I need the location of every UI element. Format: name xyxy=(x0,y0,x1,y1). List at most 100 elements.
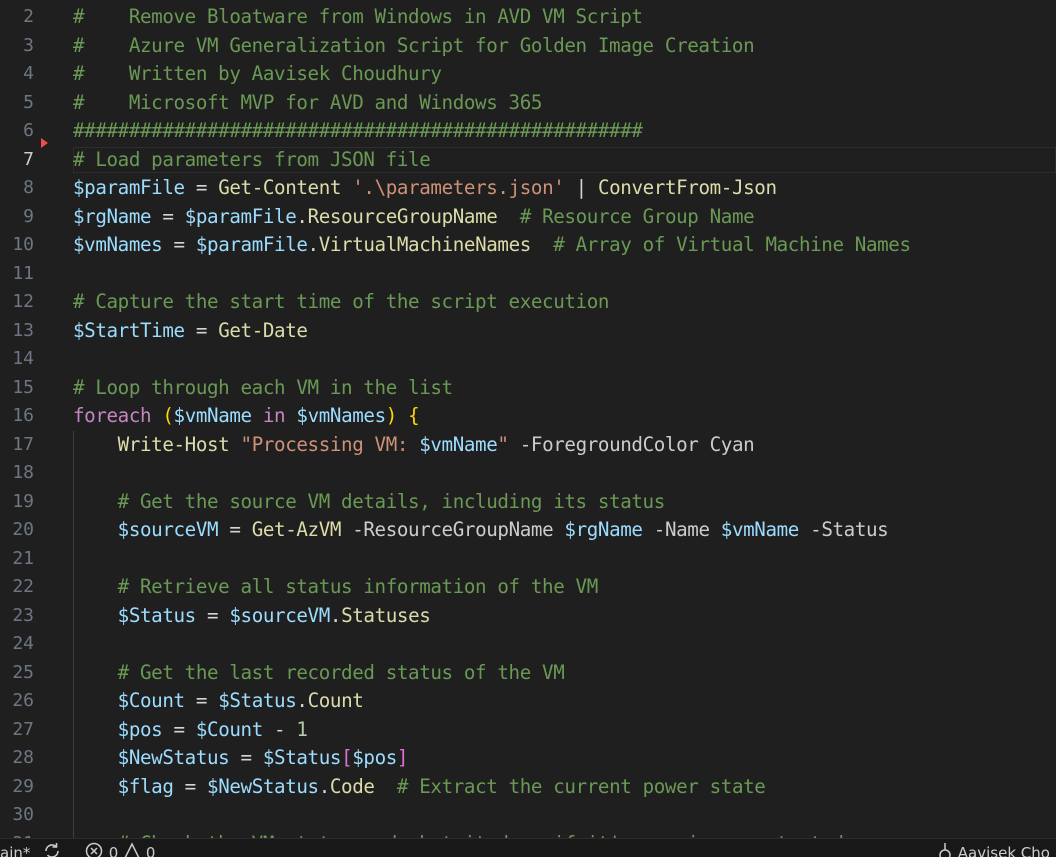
code-token xyxy=(698,433,709,456)
code-token xyxy=(73,433,118,456)
code-text: # Capture the start time of the script e… xyxy=(73,288,609,317)
code-token: = xyxy=(174,775,208,798)
code-line[interactable]: 31 # Check the VM status and shut it dow… xyxy=(0,830,1056,839)
code-token: $Status xyxy=(118,604,196,627)
code-token xyxy=(73,661,118,684)
code-token: # Microsoft MVP for AVD and Windows 365 xyxy=(73,91,542,114)
code-line[interactable]: 10$vmNames = $paramFile.VirtualMachineNa… xyxy=(0,231,1056,260)
code-line[interactable]: 26 $Count = $Status.Count xyxy=(0,687,1056,716)
code-line[interactable]: 25 # Get the last recorded status of the… xyxy=(0,659,1056,688)
account-icon xyxy=(937,841,953,857)
code-token: Cyan xyxy=(710,433,755,456)
code-line[interactable]: 18 xyxy=(0,459,1056,488)
code-token: Get-AzVM xyxy=(252,518,341,541)
code-token xyxy=(643,518,654,541)
code-line[interactable]: 20 $sourceVM = Get-AzVM -ResourceGroupNa… xyxy=(0,516,1056,545)
code-token: $sourceVM xyxy=(229,604,330,627)
code-line[interactable]: 24 xyxy=(0,630,1056,659)
code-line[interactable]: 30 xyxy=(0,801,1056,830)
code-token xyxy=(73,518,118,541)
code-token: 1 xyxy=(296,718,307,741)
code-token: . xyxy=(296,205,307,228)
code-editor[interactable]: 2# Remove Bloatware from Windows in AVD … xyxy=(0,0,1056,838)
line-number: 13 xyxy=(0,317,34,346)
line-number: 16 xyxy=(0,402,34,431)
code-line[interactable]: 7 # Load parameters from JSON file xyxy=(0,146,1056,175)
line-number: 27 xyxy=(0,716,34,745)
code-text: Write-Host "Processing VM: $vmName" -For… xyxy=(73,431,754,460)
code-line[interactable]: 19 # Get the source VM details, includin… xyxy=(0,488,1056,517)
code-line[interactable]: 23 $Status = $sourceVM.Statuses xyxy=(0,602,1056,631)
code-token: = xyxy=(218,518,252,541)
code-token: # Load parameters from JSON file xyxy=(73,148,430,171)
code-line[interactable]: 5# Microsoft MVP for AVD and Windows 365 xyxy=(0,89,1056,118)
code-token xyxy=(73,575,118,598)
code-line[interactable]: 9$rgName = $paramFile.ResourceGroupName … xyxy=(0,203,1056,232)
code-line[interactable]: 11 xyxy=(0,260,1056,289)
code-token xyxy=(229,433,240,456)
code-text: # Azure VM Generalization Script for Gol… xyxy=(73,32,754,61)
code-token: = xyxy=(185,689,219,712)
code-token: $flag xyxy=(118,775,174,798)
code-line[interactable]: 4 # Written by Aavisek Choudhury xyxy=(0,60,1056,89)
line-number: 23 xyxy=(0,602,34,631)
code-token xyxy=(73,689,118,712)
code-text: ########################################… xyxy=(73,117,643,146)
warning-icon xyxy=(123,841,141,857)
git-branch[interactable]: ain* xyxy=(0,844,30,857)
code-token: = xyxy=(162,718,196,741)
code-token xyxy=(341,518,352,541)
code-line[interactable]: 21 xyxy=(0,545,1056,574)
line-number: 18 xyxy=(0,459,34,488)
line-number: 30 xyxy=(0,801,34,830)
code-token xyxy=(710,518,721,541)
code-line[interactable]: 13$StartTime = Get-Date xyxy=(0,317,1056,346)
code-line[interactable]: 22 # Retrieve all status information of … xyxy=(0,573,1056,602)
problems-indicator[interactable]: 0 0 xyxy=(84,841,155,857)
code-text: foreach ($vmName in $vmNames) { xyxy=(73,402,419,431)
code-token xyxy=(531,233,553,256)
code-line[interactable]: 28 $NewStatus = $Status[$pos] xyxy=(0,744,1056,773)
code-token: -Name xyxy=(654,518,710,541)
sync-icon[interactable] xyxy=(42,841,62,857)
code-token: # Capture the start time of the script e… xyxy=(73,290,609,313)
code-token: $rgName xyxy=(564,518,642,541)
code-token: - xyxy=(263,718,297,741)
code-token xyxy=(285,404,296,427)
line-number: 28 xyxy=(0,744,34,773)
line-number: 3 xyxy=(0,32,34,61)
code-token: # Written by Aavisek Choudhury xyxy=(73,62,442,85)
code-token: $sourceVM xyxy=(118,518,219,541)
code-line[interactable]: 8$paramFile = Get-Content '.\parameters.… xyxy=(0,174,1056,203)
code-token: # Azure VM Generalization Script for Gol… xyxy=(73,34,754,57)
code-line[interactable]: 14 xyxy=(0,345,1056,374)
code-token: "Processing VM: xyxy=(241,433,420,456)
code-token: " xyxy=(497,433,508,456)
code-token: $vmName xyxy=(174,404,252,427)
code-line[interactable]: 27 $pos = $Count - 1 xyxy=(0,716,1056,745)
code-line[interactable]: 17 Write-Host "Processing VM: $vmName" -… xyxy=(0,431,1056,460)
code-token: . xyxy=(319,775,330,798)
code-line[interactable]: 29 $flag = $NewStatus.Code # Extract the… xyxy=(0,773,1056,802)
code-token: $NewStatus xyxy=(207,775,319,798)
code-token: | xyxy=(564,176,598,199)
code-line[interactable]: 15# Loop through each VM in the list xyxy=(0,374,1056,403)
code-token: $vmName xyxy=(721,518,799,541)
line-number: 7 xyxy=(0,146,34,175)
code-token: . xyxy=(308,233,319,256)
code-line[interactable]: 3 # Azure VM Generalization Script for Go… xyxy=(0,32,1056,61)
code-line[interactable]: 12# Capture the start time of the script… xyxy=(0,288,1056,317)
code-token xyxy=(553,518,564,541)
code-token: = xyxy=(185,176,219,199)
code-token: ########################################… xyxy=(73,119,643,142)
code-token: # Retrieve all status information of the… xyxy=(118,575,598,598)
line-number: 4 xyxy=(0,60,34,89)
account-item[interactable]: Aavisek Cho xyxy=(937,841,1050,857)
code-token: $rgName xyxy=(73,205,151,228)
code-token: [ xyxy=(341,746,352,769)
code-line[interactable]: 16 foreach ($vmName in $vmNames) { xyxy=(0,402,1056,431)
code-token xyxy=(73,746,118,769)
code-token: Get-Date xyxy=(218,319,307,342)
code-line[interactable]: 6#######################################… xyxy=(0,117,1056,146)
code-line[interactable]: 2# Remove Bloatware from Windows in AVD … xyxy=(0,3,1056,32)
